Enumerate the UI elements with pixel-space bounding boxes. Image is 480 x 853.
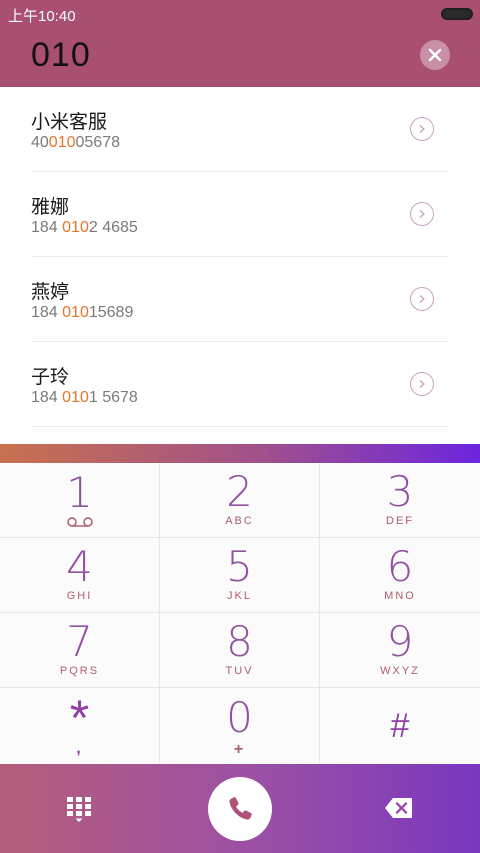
keypad-gradient-strip <box>0 444 480 463</box>
key-digit: 1 <box>66 468 93 517</box>
dialpad-icon[interactable] <box>64 794 94 824</box>
key-2[interactable]: 2 ABC <box>160 463 320 538</box>
call-button[interactable] <box>208 777 272 841</box>
voicemail-icon <box>66 517 93 527</box>
key-hash[interactable]: # <box>320 688 480 763</box>
key-6[interactable]: 6 MNO <box>320 538 480 613</box>
contact-name: 小米客服 <box>31 111 108 133</box>
key-letters: ABC <box>225 515 254 527</box>
number-suffix: 05678 <box>75 134 121 151</box>
number-prefix: 184 <box>31 219 63 236</box>
key-digit: 4 <box>66 542 93 591</box>
key-letters: JKL <box>227 590 252 602</box>
chevron-right-icon <box>419 294 425 304</box>
number-suffix: 2 4685 <box>88 219 138 236</box>
dialer-action-bar <box>0 764 480 853</box>
contact-name: 子玲 <box>31 366 70 388</box>
key-0[interactable]: 0 + <box>160 688 320 763</box>
key-digit: 5 <box>226 542 253 591</box>
chevron-right-icon <box>419 209 425 219</box>
number-suffix: 15689 <box>88 304 134 321</box>
key-5[interactable]: 5 JKL <box>160 538 320 613</box>
contact-number: 4001005678 <box>31 134 120 152</box>
contact-detail-button[interactable] <box>410 372 434 396</box>
key-digit: 3 <box>386 467 414 516</box>
chevron-right-icon <box>419 379 425 389</box>
key-letters: , <box>76 739 83 757</box>
contact-number: 184 0102 4685 <box>31 219 138 237</box>
key-digit: 7 <box>66 617 93 666</box>
contact-number: 184 0101 5678 <box>31 389 138 407</box>
number-prefix: 184 <box>31 304 63 321</box>
dialer-header: 上午10:40 010 <box>0 0 480 87</box>
contact-result-row[interactable]: 子玲 184 0101 5678 <box>0 342 480 427</box>
contact-result-row[interactable]: 小米客服 4001005678 <box>0 87 480 172</box>
dial-keypad: 1 2 ABC 3 DEF 4 GHI 5 JKL 6 MNO 7 PQRS 8… <box>0 463 480 764</box>
key-star[interactable]: * , <box>0 688 160 763</box>
key-letters: TUV <box>225 665 254 677</box>
key-8[interactable]: 8 TUV <box>160 613 320 688</box>
key-letters: WXYZ <box>380 665 420 677</box>
row-divider <box>31 426 449 427</box>
clear-input-button[interactable] <box>420 40 450 70</box>
close-icon <box>428 48 442 62</box>
contact-detail-button[interactable] <box>410 287 434 311</box>
backspace-icon[interactable] <box>384 797 414 819</box>
key-letters: + <box>233 740 246 758</box>
key-digit: 6 <box>386 542 414 591</box>
number-prefix: 40 <box>31 134 49 151</box>
contact-result-row[interactable]: 燕婷 184 01015689 <box>0 257 480 342</box>
key-digit: * <box>69 689 90 746</box>
phone-icon <box>229 797 252 820</box>
contact-name: 燕婷 <box>31 281 70 303</box>
key-digit: 0 <box>226 692 253 742</box>
key-letters: DEF <box>386 515 414 527</box>
key-letters: GHI <box>66 590 93 602</box>
key-9[interactable]: 9 WXYZ <box>320 613 480 688</box>
status-bar: 上午10:40 <box>0 0 480 26</box>
number-match: 010 <box>62 219 89 236</box>
contact-name: 雅娜 <box>31 196 70 218</box>
status-time: 上午10:40 <box>8 8 76 25</box>
chevron-right-icon <box>419 124 425 134</box>
contact-detail-button[interactable] <box>410 117 434 141</box>
key-digit: 9 <box>386 617 414 666</box>
key-digit: 8 <box>226 617 253 666</box>
battery-icon <box>441 8 473 20</box>
key-digit: # <box>390 706 410 745</box>
contact-results-list: 小米客服 4001005678 雅娜 184 0102 4685 燕婷 184 … <box>0 87 480 444</box>
key-letters: MNO <box>384 590 416 602</box>
key-7[interactable]: 7 PQRS <box>0 613 160 688</box>
number-prefix: 184 <box>31 389 63 406</box>
contact-number: 184 01015689 <box>31 304 133 322</box>
key-4[interactable]: 4 GHI <box>0 538 160 613</box>
number-match: 010 <box>62 389 89 406</box>
number-suffix: 1 5678 <box>88 389 138 406</box>
key-digit: 2 <box>226 467 253 516</box>
key-3[interactable]: 3 DEF <box>320 463 480 538</box>
key-1[interactable]: 1 <box>0 463 160 538</box>
key-letters: PQRS <box>59 665 100 677</box>
contact-detail-button[interactable] <box>410 202 434 226</box>
contact-result-row[interactable]: 雅娜 184 0102 4685 <box>0 172 480 257</box>
number-match: 010 <box>48 134 76 151</box>
number-match: 010 <box>62 304 89 321</box>
dialed-number: 010 <box>31 36 91 74</box>
